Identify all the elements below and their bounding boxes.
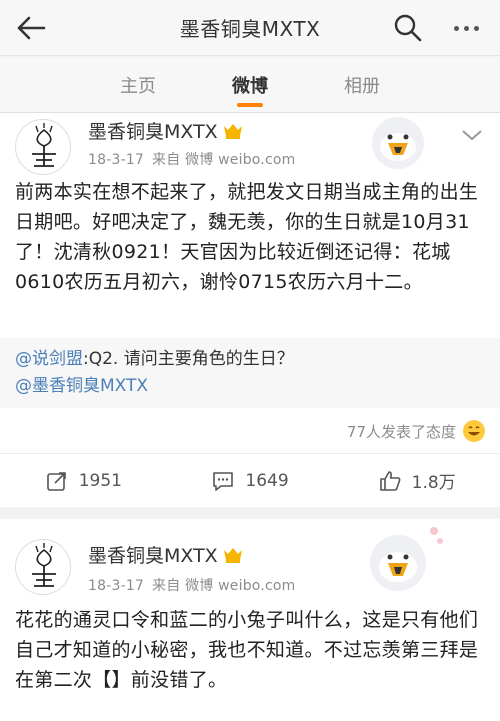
vip-badge-icon (223, 547, 242, 563)
back-arrow-icon[interactable] (14, 12, 48, 44)
repost-icon (46, 471, 66, 491)
post-content: 花花的通灵口令和蓝二的小兔子叫什么，这是只有他们自己才知道的小秘密，我也不知道。… (15, 609, 479, 691)
quote-mention-link[interactable]: @墨香铜臭MXTX (15, 376, 148, 396)
reactions-text: 77人发表了态度 (346, 422, 456, 441)
quoted-post[interactable]: @说剑盟:Q2. 请问主要角色的生日？ @墨香铜臭MXTX (0, 338, 500, 408)
vip-badge-icon (223, 123, 242, 139)
thumbs-up-icon (379, 470, 401, 491)
comment-button[interactable]: 1649 (167, 454, 334, 507)
post-source: 来自 微博 weibo.com (152, 152, 296, 168)
decoration-duck-icon (370, 527, 443, 591)
reactions-summary[interactable]: 77人发表了态度 (347, 419, 486, 443)
avatar[interactable] (15, 119, 71, 175)
username-text: 墨香铜臭MXTX (88, 545, 218, 567)
post-actions: 1951 1649 1.8万 (0, 453, 500, 507)
quote-text: :Q2. 请问主要角色的生日？ (83, 349, 294, 369)
weibo-post[interactable]: 墨香铜臭MXTX 18-3-17 来自 微博 weibo.com 花花的通灵口令和… (0, 519, 500, 721)
post-meta: 18-3-17 来自 微博 weibo.com (88, 575, 303, 595)
page-title: 墨香铜臭MXTX (179, 17, 321, 41)
more-dots-icon[interactable] (450, 14, 482, 42)
chevron-down-icon[interactable] (460, 127, 484, 143)
post-source: 来自 微博 weibo.com (152, 578, 296, 594)
comment-icon (213, 471, 234, 491)
like-button[interactable]: 1.8万 (333, 454, 500, 507)
repost-button[interactable]: 1951 (0, 454, 167, 507)
quote-author-link[interactable]: @说剑盟 (15, 349, 83, 369)
profile-tabs: 主页 微博 相册 (0, 57, 500, 113)
post-content: 前两本实在想不起来了，就把发文日期当成主角的出生日期吧。好吧决定了，魏无羡，你的… (15, 181, 479, 293)
post-meta: 18-3-17 来自 微博 weibo.com (88, 149, 303, 169)
tab-album[interactable]: 相册 (306, 57, 418, 113)
post-date: 18-3-17 (88, 152, 145, 168)
post-date: 18-3-17 (88, 578, 145, 594)
top-bar: 墨香铜臭MXTX (0, 0, 500, 56)
search-icon[interactable] (392, 12, 424, 44)
tab-home[interactable]: 主页 (82, 57, 194, 113)
post-author[interactable]: 墨香铜臭MXTX (88, 541, 244, 568)
tab-weibo[interactable]: 微博 (194, 57, 306, 113)
weibo-post[interactable]: 墨香铜臭MXTX 18-3-17 来自 微博 weibo.com 前两本实在想不起… (0, 113, 500, 507)
post-author[interactable]: 墨香铜臭MXTX (88, 117, 244, 144)
comment-count: 1649 (245, 470, 289, 491)
smile-emoji-icon (463, 420, 485, 442)
like-count: 1.8万 (411, 473, 456, 493)
username-text: 墨香铜臭MXTX (88, 121, 218, 143)
avatar[interactable] (15, 539, 71, 595)
repost-count: 1951 (78, 470, 122, 491)
